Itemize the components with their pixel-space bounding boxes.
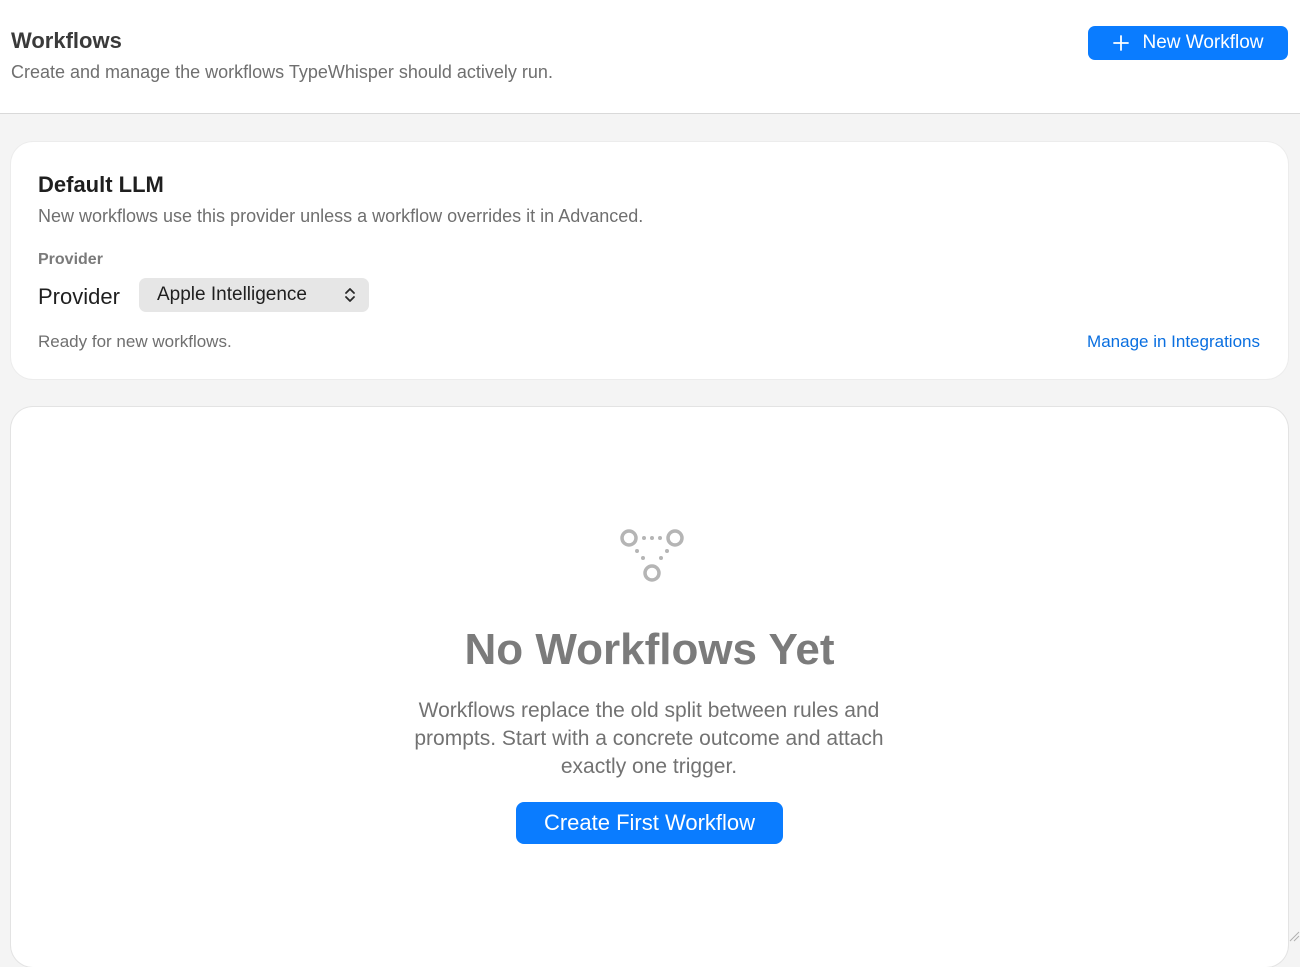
chevron-up-down-icon	[343, 286, 357, 304]
workflow-nodes-icon	[615, 526, 685, 584]
resize-grip-icon[interactable]	[1288, 930, 1300, 942]
empty-state-title: No Workflows Yet	[11, 625, 1288, 675]
empty-state-card: No Workflows Yet Workflows replace the o…	[11, 407, 1288, 967]
provider-label: Provider	[38, 284, 120, 310]
manage-integrations-link[interactable]: Manage in Integrations	[1087, 332, 1260, 352]
provider-select[interactable]: Apple Intelligence	[139, 278, 369, 312]
create-first-workflow-button[interactable]: Create First Workflow	[516, 802, 783, 844]
page-header: Workflows Create and manage the workflow…	[0, 0, 1300, 114]
new-workflow-button[interactable]: New Workflow	[1088, 26, 1288, 60]
provider-section-label: Provider	[38, 251, 103, 269]
empty-state-description: Workflows replace the old split between …	[379, 697, 919, 781]
new-workflow-label: New Workflow	[1142, 32, 1263, 54]
provider-status: Ready for new workflows.	[38, 332, 232, 352]
provider-select-value: Apple Intelligence	[157, 284, 307, 306]
default-llm-card: Default LLM New workflows use this provi…	[11, 142, 1288, 379]
page-subtitle: Create and manage the workflows TypeWhis…	[11, 62, 553, 83]
plus-icon	[1112, 34, 1130, 52]
default-llm-title: Default LLM	[38, 172, 164, 198]
default-llm-description: New workflows use this provider unless a…	[38, 206, 643, 227]
page-title: Workflows	[11, 28, 122, 54]
